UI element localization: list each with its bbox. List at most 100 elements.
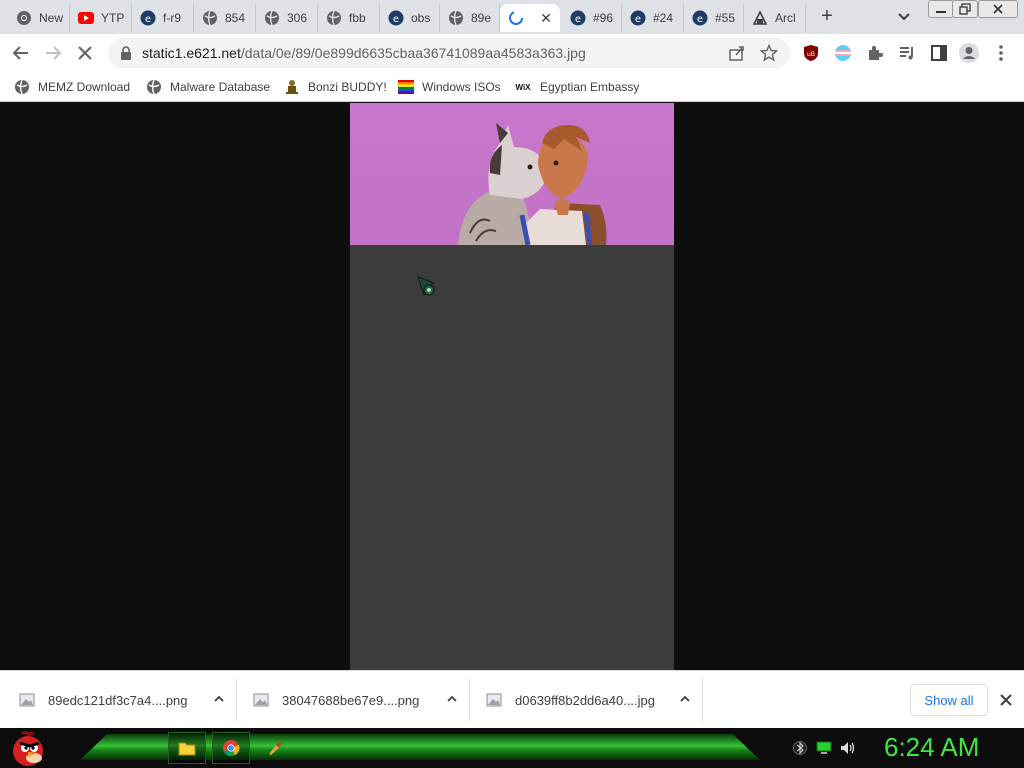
chevron-up-icon[interactable] — [678, 692, 692, 706]
tab-title: Arcl — [775, 11, 796, 25]
bookmark-label: Egyptian Embassy — [540, 80, 640, 94]
minimize-icon — [936, 11, 946, 13]
globe-icon — [146, 79, 162, 95]
media-control-button[interactable] — [896, 42, 918, 64]
tab-55[interactable]: e #55 — [684, 4, 744, 32]
folder-icon — [178, 742, 196, 756]
tab-active[interactable]: ✕ — [500, 4, 560, 32]
loading-cursor-icon — [416, 275, 442, 306]
bonzi-icon — [284, 79, 300, 95]
taskbar-explorer[interactable] — [168, 732, 206, 764]
kebab-menu-icon — [999, 45, 1003, 61]
download-filename: d0639ff8b2dd6a40....jpg — [515, 692, 656, 708]
close-window-button[interactable] — [978, 0, 1018, 18]
tray-network-icon[interactable] — [816, 740, 832, 756]
bookmark-label: Malware Database — [170, 80, 271, 94]
menu-button[interactable] — [990, 42, 1012, 64]
svg-text:uB: uB — [807, 51, 815, 58]
screen: New YTP e f-r9 854 306 fbb e obs 89e ✕ e… — [0, 0, 1024, 768]
tab-title: 306 — [287, 11, 308, 25]
divider — [236, 679, 237, 721]
back-button[interactable] — [10, 42, 32, 64]
taskbar-app[interactable] — [256, 732, 294, 764]
taskbar-chrome[interactable] — [212, 732, 250, 764]
playlist-music-icon — [900, 47, 913, 60]
divider — [469, 679, 470, 721]
tab-title: fbb — [349, 11, 366, 25]
tab-arch[interactable]: Arcl — [744, 4, 806, 32]
page-content — [0, 103, 1024, 670]
globe-icon — [14, 79, 30, 95]
loading-image[interactable] — [350, 103, 674, 245]
minimize-button[interactable] — [928, 0, 954, 18]
e621-icon: e — [570, 10, 586, 26]
star-icon — [759, 43, 779, 62]
brush-icon — [269, 741, 282, 755]
flag-extension-button[interactable] — [832, 42, 854, 64]
svg-text:e: e — [635, 14, 641, 25]
tab-ytp[interactable]: YTP — [70, 4, 132, 32]
chevron-up-icon[interactable] — [212, 692, 226, 706]
download-filename: 89edc121df3c7a4....png — [48, 692, 188, 708]
tray-volume-icon[interactable] — [840, 740, 856, 756]
tab-obs[interactable]: e obs — [380, 4, 440, 32]
bookmark-egyptian-embassy[interactable]: WiX Egyptian Embassy — [514, 77, 639, 97]
chevron-up-icon[interactable] — [445, 692, 459, 706]
globe-icon — [326, 10, 342, 26]
download-shelf: 89edc121df3c7a4....png 38047688be67e9...… — [0, 670, 1024, 728]
tray-bluetooth-icon[interactable] — [792, 740, 808, 756]
tab-89e[interactable]: 89e — [440, 4, 500, 32]
address-bar[interactable]: static1.e621.net/data/0e/89/0e899d6635cb… — [108, 38, 790, 68]
bookmark-malware-database[interactable]: Malware Database — [146, 77, 270, 97]
share-button[interactable] — [728, 44, 746, 67]
new-tab-button[interactable]: + — [816, 6, 838, 28]
tab-title: #55 — [715, 11, 736, 25]
show-all-button[interactable]: Show all — [910, 684, 988, 716]
globe-icon — [202, 10, 218, 26]
restore-button[interactable] — [952, 0, 978, 18]
tab-title: #24 — [653, 11, 674, 25]
lock-icon — [120, 46, 132, 65]
bookmark-memz-download[interactable]: MEMZ Download — [14, 77, 130, 97]
arrow-left-icon — [12, 46, 28, 60]
file-image-icon — [19, 693, 35, 707]
start-button[interactable] — [8, 728, 48, 768]
close-icon — [78, 46, 92, 60]
tab-fbb[interactable]: fbb — [318, 4, 380, 32]
tab-306[interactable]: 306 — [256, 4, 318, 32]
close-shelf-button[interactable] — [996, 690, 1016, 710]
restore-icon — [959, 3, 971, 15]
tab-new[interactable]: New — [8, 4, 70, 32]
ublock-extension-button[interactable]: uB — [800, 42, 822, 64]
bookmark-star-button[interactable] — [759, 43, 779, 67]
image-viewer — [350, 103, 674, 670]
e621-icon: e — [692, 10, 708, 26]
download-item[interactable]: 38047688be67e9....png — [252, 671, 469, 729]
e621-icon: e — [630, 10, 646, 26]
arrow-right-icon — [46, 46, 62, 60]
bookmark-bonzi-buddy[interactable]: Bonzi BUDDY! — [284, 77, 387, 97]
forward-button[interactable] — [42, 42, 64, 64]
tab-search-button[interactable] — [894, 8, 914, 26]
bookmark-label: Bonzi BUDDY! — [308, 80, 387, 94]
tab-96[interactable]: e #96 — [562, 4, 622, 32]
profile-button[interactable] — [958, 42, 980, 64]
stop-loading-button[interactable] — [74, 42, 96, 64]
taskbar-clock[interactable]: 6:24 AM — [884, 732, 979, 763]
wix-icon: WiX — [515, 82, 531, 92]
url-text[interactable]: static1.e621.net/data/0e/89/0e899d6635cb… — [142, 45, 586, 61]
close-icon[interactable]: ✕ — [538, 10, 554, 26]
puzzle-icon — [869, 46, 883, 60]
extensions-button[interactable] — [864, 42, 886, 64]
file-image-icon — [486, 693, 502, 707]
bookmark-windows-isos[interactable]: Windows ISOs — [398, 77, 501, 97]
download-item[interactable]: d0639ff8b2dd6a40....jpg — [485, 671, 702, 729]
tab-24[interactable]: e #24 — [622, 4, 684, 32]
download-item[interactable]: 89edc121df3c7a4....png — [18, 671, 236, 729]
chrome-icon — [223, 740, 240, 757]
tab-fr9[interactable]: e f-r9 — [132, 4, 194, 32]
tab-strip: New YTP e f-r9 854 306 fbb e obs 89e ✕ e… — [0, 0, 1024, 34]
tab-854[interactable]: 854 — [194, 4, 256, 32]
e621-icon: e — [140, 10, 156, 26]
side-panel-button[interactable] — [928, 42, 950, 64]
